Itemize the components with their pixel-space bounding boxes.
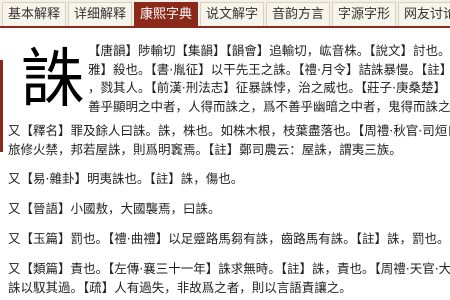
paragraph-line: 誅以馭其過。【疏】人有過失，非故爲之者，則以言語責讓之。: [8, 279, 352, 295]
paragraph-line: 又【玉篇】罰也。【禮·曲禮】以足蹙路馬芻有誅，齒路馬有誅。【註】誅，罰也。: [8, 231, 450, 246]
headword-character: 誅: [21, 43, 85, 117]
entry-line: 善乎顯明之中者，人得而誅之，爲不善乎幽暗之中者，鬼得而誅之。: [88, 98, 450, 114]
tab-phonology-dialect[interactable]: 音韵方言: [266, 2, 330, 26]
paragraph-line: 又【易·雜卦】明夷誅也。【註】誅，傷也。: [8, 171, 244, 186]
entry-line: 【唐韻】陟輸切【集韻】【韻會】追輸切，𡵓音株。【說文】討也。: [88, 43, 450, 58]
kangxi-entry-content: 誅 【唐韻】陟輸切【集韻】【韻會】追輸切，𡵓音株。【說文】討也。 雅】殺也。【書…: [0, 30, 450, 300]
definition-paragraph: 又【易·雜卦】明夷誅也。【註】誅，傷也。: [8, 170, 450, 189]
tab-detailed-explanation[interactable]: 详细解释: [68, 2, 132, 26]
paragraph-line: 又【類篇】責也。【左傳·襄三十一年】誅求無時。【註】誅，責也。【周禮·天官·大: [8, 261, 450, 276]
paragraph-line: 又【釋名】罪及餘人曰誅。誅，株也。如株木根，枝葉盡落也。【周禮·秋官·司烜氏: [8, 123, 450, 138]
tab-basic-explanation[interactable]: 基本解释: [2, 2, 66, 26]
paragraph-line: 又【晉語】小國敖，大國襲焉，曰誅。: [8, 201, 221, 216]
entry-accent-bar: [0, 60, 3, 152]
page: 基本解释 详细解释 康熙字典 说文解字 音韵方言 字源字形 网友讨论 誅 【唐韻…: [0, 0, 450, 300]
paragraph-line: 旅修火禁，邦若屋誅，則爲明竁焉。【註】鄭司農云：屋誅，謂夷三族。: [8, 141, 402, 157]
definition-paragraph: 又【類篇】責也。【左傳·襄三十一年】誅求無時。【註】誅，責也。【周禮·天官·大 …: [8, 260, 450, 297]
tab-user-discussion[interactable]: 网友讨论: [398, 2, 450, 26]
entry-line: ，戮其人。【前漢·刑法志】征暴誅悖，治之威也。【莊子·庚桑楚】: [88, 80, 446, 95]
entry-main-definition: 【唐韻】陟輸切【集韻】【韻會】追輸切，𡵓音株。【說文】討也。 雅】殺也。【書·胤…: [88, 42, 450, 116]
dictionary-tab-bar: 基本解释 详细解释 康熙字典 说文解字 音韵方言 字源字形 网友讨论: [0, 0, 450, 28]
entry-line: 雅】殺也。【書·胤征】以干先王之誅。【禮·月令】詰誅暴慢。【註】: [88, 61, 450, 77]
definition-paragraph: 又【玉篇】罰也。【禮·曲禮】以足蹙路馬芻有誅，齒路馬有誅。【註】誅，罰也。: [8, 230, 450, 249]
tab-shuowen-jiezi[interactable]: 说文解字: [200, 2, 264, 26]
tab-kangxi-dictionary[interactable]: 康熙字典: [134, 2, 198, 26]
definition-paragraph: 又【釋名】罪及餘人曰誅。誅，株也。如株木根，枝葉盡落也。【周禮·秋官·司烜氏 旅…: [8, 122, 450, 159]
tab-character-origin[interactable]: 字源字形: [332, 2, 396, 26]
definition-paragraph: 又【晉語】小國敖，大國襲焉，曰誅。: [8, 200, 450, 219]
